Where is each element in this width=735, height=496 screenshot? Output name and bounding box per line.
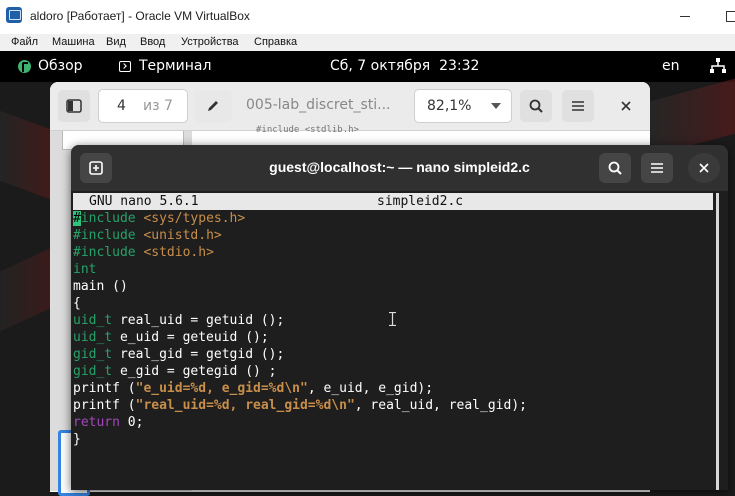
doc-viewer-headerbar: 4 из 7 005-lab_discret_sti... 82,1%: [50, 82, 650, 131]
wallpaper-shape: [0, 110, 50, 200]
code-line: printf ("real_uid=%d, real_gid=%d\n", re…: [73, 398, 527, 413]
code-line: #include <unistd.h>: [73, 228, 222, 243]
document-title: 005-lab_discret_sti...: [246, 97, 391, 113]
menu-help[interactable]: Справка: [254, 36, 297, 48]
vbox-menubar: Файл Машина Вид Ввод Устройства Справка: [0, 34, 735, 51]
zoom-select[interactable]: 82,1%: [414, 89, 512, 123]
fedora-icon: [18, 59, 31, 73]
close-icon: [621, 101, 631, 111]
main-menu-button[interactable]: [562, 90, 594, 122]
clock-button[interactable]: Сб, 7 октября 23:32: [330, 58, 479, 74]
terminal-scrollbar[interactable]: [716, 193, 719, 490]
vbox-titlebar: aldoro [Работает] - Oracle VM VirtualBox: [0, 0, 735, 34]
hamburger-icon: [572, 101, 584, 111]
activities-label: Обзор: [38, 58, 83, 74]
chevron-down-icon: [491, 103, 501, 109]
menu-view[interactable]: Вид: [106, 36, 126, 48]
terminal-close-button[interactable]: [688, 153, 720, 183]
menu-machine[interactable]: Машина: [52, 36, 95, 48]
code-editor[interactable]: #include <sys/types.h> #include <unistd.…: [73, 210, 527, 448]
terminal-headerbar: guest@localhost:~ — nano simpleid2.c: [71, 145, 728, 191]
terminal-menu-button[interactable]: [641, 153, 673, 183]
network-icon[interactable]: [710, 58, 726, 74]
nano-filename: simpleid2.c: [377, 194, 464, 209]
zoom-value: 82,1%: [427, 98, 472, 114]
page-text-snippet: #include <stdlib.h>: [256, 125, 359, 135]
code-line: main (): [73, 279, 128, 294]
terminal-content[interactable]: GNU nano 5.6.1 simpleid2.c #include <sys…: [71, 191, 728, 490]
maximize-icon[interactable]: [726, 11, 735, 22]
code-line: uid_t real_uid = getuid ();: [73, 313, 285, 328]
keyboard-layout-label: en: [662, 58, 680, 74]
app-name-label: Терминал: [139, 58, 212, 74]
minimize-icon[interactable]: [680, 16, 690, 17]
text-cursor: #: [73, 211, 81, 226]
close-icon: [699, 163, 709, 173]
code-line: int: [73, 262, 97, 277]
code-line: #include <sys/types.h>: [73, 211, 246, 226]
code-line: {: [73, 296, 81, 311]
gnome-top-bar: Обзор Терминал Сб, 7 октября 23:32 en: [0, 51, 735, 82]
code-line: return 0;: [73, 415, 144, 430]
current-page: 4: [117, 98, 126, 114]
keyboard-layout-button[interactable]: en: [662, 58, 680, 74]
terminal-window[interactable]: guest@localhost:~ — nano simpleid2.c GNU…: [71, 145, 728, 490]
code-line: printf ("e_uid=%d, e_gid=%d\n", e_uid, e…: [73, 381, 434, 396]
close-button[interactable]: [610, 90, 642, 122]
wallpaper-shape: [0, 248, 50, 332]
page-total: из 7: [143, 98, 173, 114]
clock-label: Сб, 7 октября 23:32: [330, 58, 480, 74]
search-button[interactable]: [520, 90, 552, 122]
nano-title-bar: GNU nano 5.6.1 simpleid2.c: [73, 193, 713, 210]
nano-version: GNU nano 5.6.1: [89, 194, 199, 209]
sidebar-icon: [66, 99, 82, 113]
code-line: #include <stdio.h>: [73, 245, 214, 260]
menu-file[interactable]: Файл: [11, 36, 38, 48]
virtualbox-icon: [6, 7, 22, 23]
code-line: }: [73, 432, 81, 447]
code-line: uid_t e_uid = geteuid ();: [73, 330, 269, 345]
terminal-icon: [119, 60, 131, 72]
hamburger-icon: [651, 163, 663, 173]
menu-devices[interactable]: Устройства: [181, 36, 239, 48]
activities-button[interactable]: Обзор: [18, 58, 83, 74]
app-menu-button[interactable]: Терминал: [119, 58, 211, 74]
pencil-icon: [208, 101, 218, 111]
terminal-search-button[interactable]: [599, 153, 631, 183]
menu-input[interactable]: Ввод: [140, 36, 165, 48]
search-icon: [608, 161, 622, 175]
code-line: gid_t e_gid = getegid () ;: [73, 364, 277, 379]
ibeam-cursor-icon: [389, 312, 396, 326]
annotate-button[interactable]: [194, 90, 232, 122]
code-line: gid_t real_gid = getgid ();: [73, 347, 285, 362]
page-number-field[interactable]: 4 из 7: [98, 89, 188, 123]
vbox-window-title: aldoro [Работает] - Oracle VM VirtualBox: [30, 9, 250, 23]
search-icon: [529, 99, 543, 113]
sidebar-toggle-button[interactable]: [58, 90, 90, 122]
